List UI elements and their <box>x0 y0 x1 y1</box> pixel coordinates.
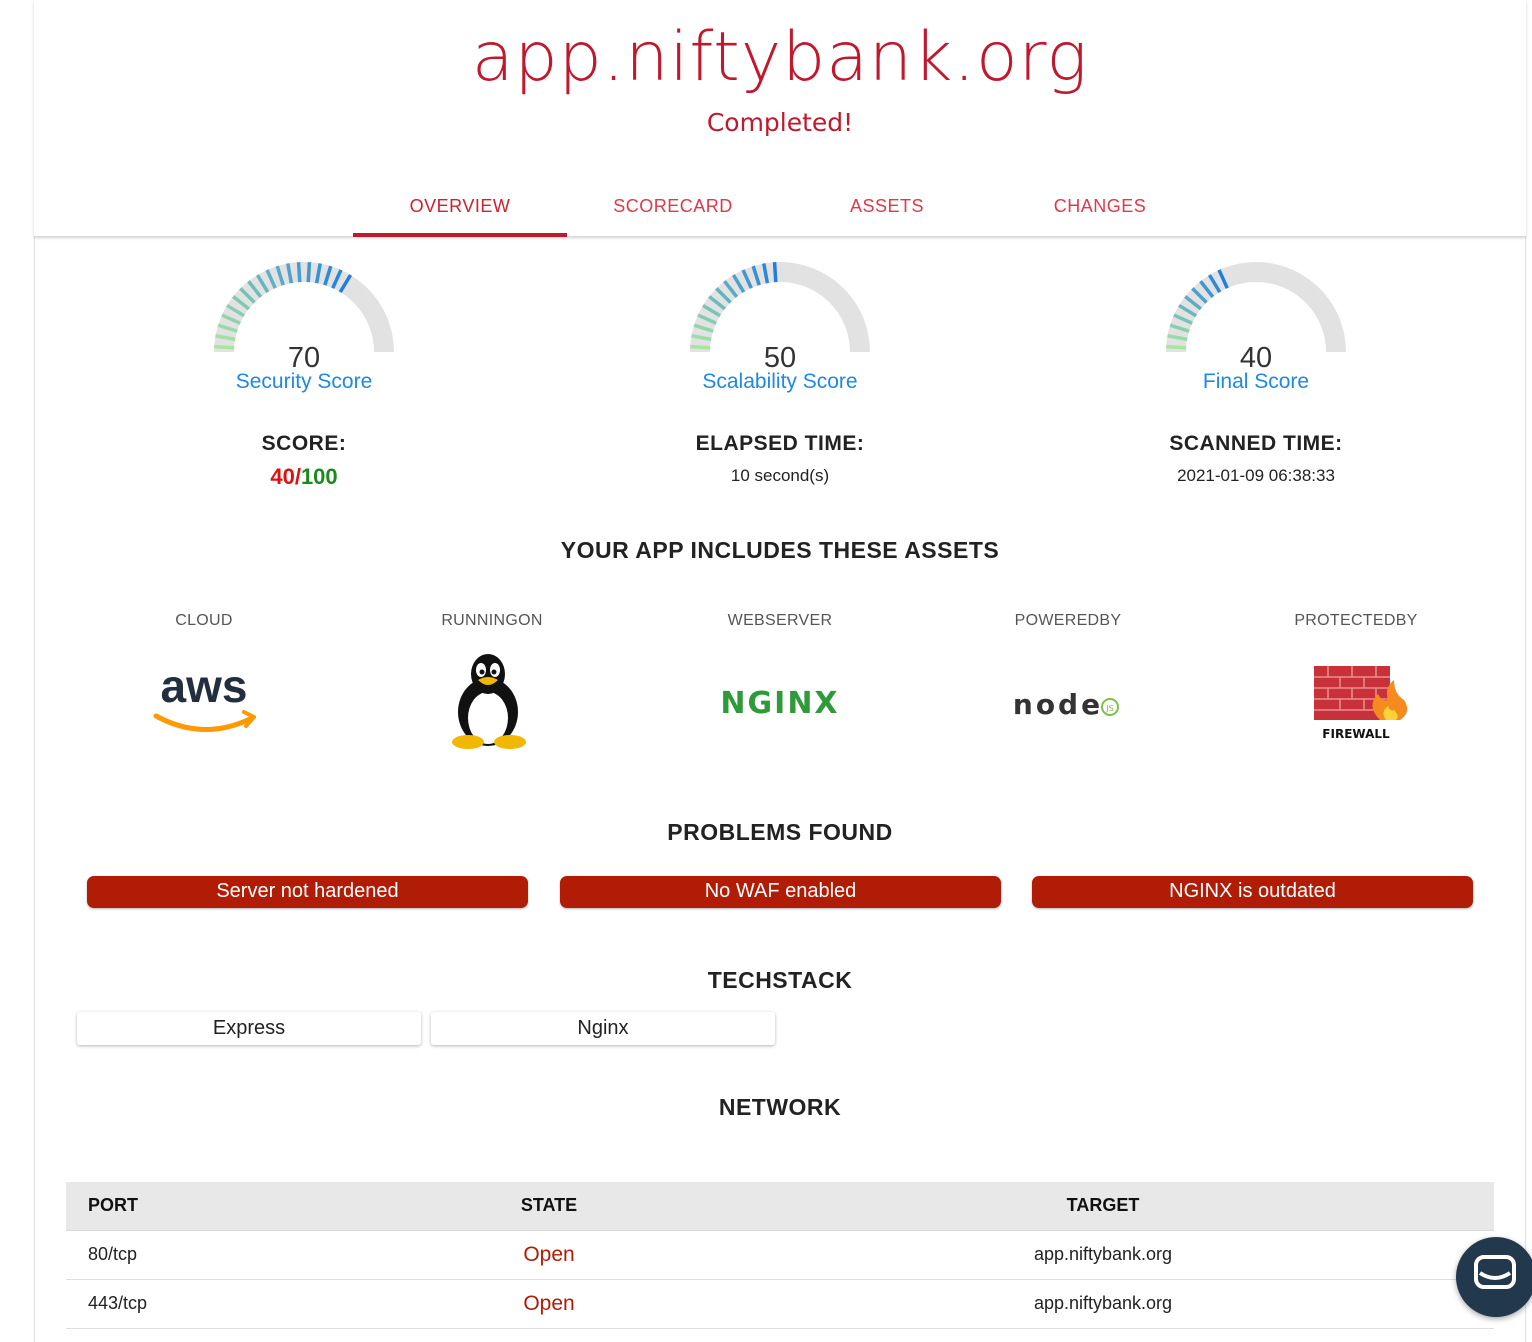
final-score-gauge: 40 Final Score <box>1106 252 1406 393</box>
asset-webserver-label: WEBSERVER <box>727 612 833 629</box>
final-score-label: Final Score <box>1202 370 1310 393</box>
problem-badge[interactable]: NGINX is outdated <box>1032 876 1473 908</box>
nginx-logo-icon: NGINX <box>680 650 880 750</box>
state-column-header: STATE <box>386 1182 712 1231</box>
gauge-tick <box>772 262 778 283</box>
table-row: 443/tcp Open app.niftybank.org <box>66 1279 1494 1329</box>
gauge-tick <box>296 262 302 283</box>
chat-launcher-button[interactable] <box>1456 1237 1532 1317</box>
techstack-chip[interactable]: Nginx <box>431 1012 775 1045</box>
nodejs-logo-icon: node JS <box>968 650 1168 750</box>
firewall-logo-text: FIREWALL <box>1322 727 1390 741</box>
security-score-label: Security Score <box>235 370 373 393</box>
tab-assets[interactable]: ASSETS <box>780 178 994 236</box>
score-stat: SCORE: 40/100 <box>124 432 484 490</box>
asset-protectedby: PROTECTEDBY FIREWALL <box>1256 612 1456 741</box>
site-title: app.niftybank.org <box>471 18 1089 97</box>
port-column-header: PORT <box>66 1182 386 1231</box>
elapsed-time-title: ELAPSED TIME: <box>695 432 865 455</box>
asset-webserver: WEBSERVER NGINX <box>680 612 880 721</box>
target-column-header: TARGET <box>712 1182 1494 1231</box>
network-table: PORT STATE TARGET 80/tcp Open app.niftyb… <box>66 1182 1494 1329</box>
score-value: 40/100 <box>124 464 484 490</box>
aws-logo-text: aws <box>161 660 248 712</box>
asset-protectedby-label: PROTECTEDBY <box>1294 612 1418 629</box>
score-max: 100 <box>300 464 338 489</box>
techstack-section-title: TECHSTACK <box>707 967 853 993</box>
state-cell: Open <box>386 1230 712 1280</box>
score-title: SCORE: <box>261 432 347 455</box>
linux-tux-icon <box>392 650 592 750</box>
scalability-score-gauge: 50 Scalability Score <box>630 252 930 393</box>
nodejs-logo-sub: JS <box>1105 704 1113 713</box>
app-header: app.niftybank.org Completed! OVERVIEW SC… <box>34 0 1526 237</box>
target-cell: app.niftybank.org <box>712 1279 1494 1329</box>
asset-cloud-label: CLOUD <box>175 612 233 629</box>
gauge-track <box>214 262 394 353</box>
network-section-title: NETWORK <box>718 1094 842 1120</box>
target-cell: app.niftybank.org <box>712 1230 1494 1280</box>
problem-badge[interactable]: No WAF enabled <box>560 876 1001 908</box>
asset-runningon-label: RUNNINGON <box>441 612 543 629</box>
score-current: 40/ <box>270 464 301 489</box>
table-row: 80/tcp Open app.niftybank.org <box>66 1230 1494 1280</box>
assets-section-title: YOUR APP INCLUDES THESE ASSETS <box>560 537 1000 563</box>
asset-poweredby-label: POWEREDBY <box>1014 612 1122 629</box>
tab-bar: OVERVIEW SCORECARD ASSETS CHANGES <box>34 178 1526 237</box>
nginx-logo-text: NGINX <box>720 686 839 721</box>
scanned-time-stat: SCANNED TIME: 2021-01-09 06:38:33 <box>1076 432 1436 486</box>
aws-logo-icon: aws <box>104 650 304 750</box>
state-cell: Open <box>386 1279 712 1329</box>
elapsed-time-stat: ELAPSED TIME: 10 second(s) <box>600 432 960 486</box>
tab-overview[interactable]: OVERVIEW <box>353 178 567 236</box>
firewall-logo-icon: FIREWALL <box>1256 650 1456 750</box>
port-cell: 443/tcp <box>66 1279 386 1329</box>
asset-runningon: RUNNINGON <box>392 612 592 749</box>
nodejs-logo-text: node <box>1013 688 1103 721</box>
problem-badge[interactable]: Server not hardened <box>87 876 528 908</box>
techstack-chip[interactable]: Express <box>77 1012 421 1045</box>
problems-section-title: PROBLEMS FOUND <box>667 819 893 845</box>
table-header-row: PORT STATE TARGET <box>66 1182 1494 1231</box>
gauge-track <box>1166 262 1346 353</box>
chat-bubble-icon <box>1474 1255 1516 1289</box>
active-tab-indicator <box>353 233 567 237</box>
scan-status: Completed! <box>706 108 854 137</box>
gauge-tick <box>306 262 312 283</box>
scanned-time-value: 2021-01-09 06:38:33 <box>1177 466 1335 485</box>
port-cell: 80/tcp <box>66 1230 386 1280</box>
gauge-track <box>690 262 870 353</box>
scanned-time-title: SCANNED TIME: <box>1169 432 1343 455</box>
tab-changes[interactable]: CHANGES <box>993 178 1207 236</box>
asset-poweredby: POWEREDBY node JS <box>968 612 1168 721</box>
security-score-gauge: 70 Security Score <box>154 252 454 393</box>
asset-cloud: CLOUD aws <box>104 612 304 732</box>
scalability-score-label: Scalability Score <box>702 370 858 393</box>
elapsed-time-value: 10 second(s) <box>730 466 830 485</box>
tab-scorecard[interactable]: SCORECARD <box>566 178 780 236</box>
